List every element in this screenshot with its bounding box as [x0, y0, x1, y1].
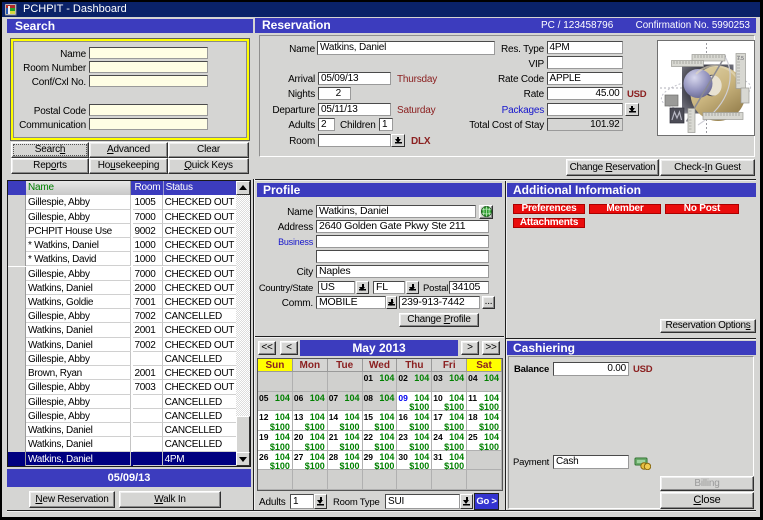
- svg-text:7.5: 7.5: [737, 56, 744, 62]
